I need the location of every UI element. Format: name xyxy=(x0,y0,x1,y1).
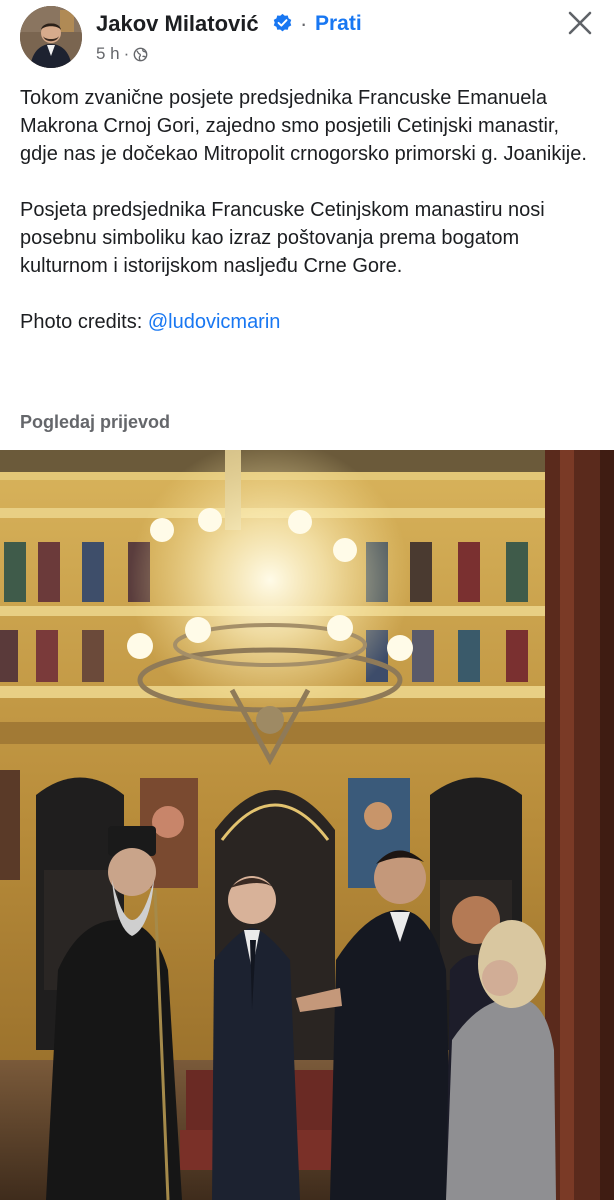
header-separator: · xyxy=(300,11,308,36)
photo-credits: Photo credits: @ludovicmarin xyxy=(20,308,600,336)
author-name[interactable]: Jakov Milatović xyxy=(96,11,259,37)
post-paragraph: Posjeta predsjednika Francuske Cetinjsko… xyxy=(20,199,545,277)
see-translation-link[interactable]: Pogledaj prijevod xyxy=(20,412,170,433)
verified-badge-icon xyxy=(273,13,292,32)
globe-icon[interactable] xyxy=(133,47,148,62)
post-text: Tokom zvanične posjete predsjednika Fran… xyxy=(20,84,600,336)
credits-prefix: Photo credits: xyxy=(20,311,148,333)
close-icon xyxy=(568,11,592,35)
credits-mention-link[interactable]: @ludovicmarin xyxy=(148,311,281,333)
author-avatar[interactable] xyxy=(20,6,82,68)
post-photo[interactable] xyxy=(0,450,614,1200)
monastery-photo xyxy=(0,450,614,1200)
post-paragraph: Tokom zvanične posjete predsjednika Fran… xyxy=(20,87,587,165)
post-meta: 5 h · xyxy=(96,44,148,64)
post-timestamp[interactable]: 5 h xyxy=(96,44,120,64)
close-button[interactable] xyxy=(560,6,600,40)
follow-button[interactable]: Prati xyxy=(315,12,362,36)
avatar-photo xyxy=(20,6,82,68)
post-header: Jakov Milatović · Prati 5 h · xyxy=(0,0,614,80)
meta-separator: · xyxy=(123,44,130,63)
